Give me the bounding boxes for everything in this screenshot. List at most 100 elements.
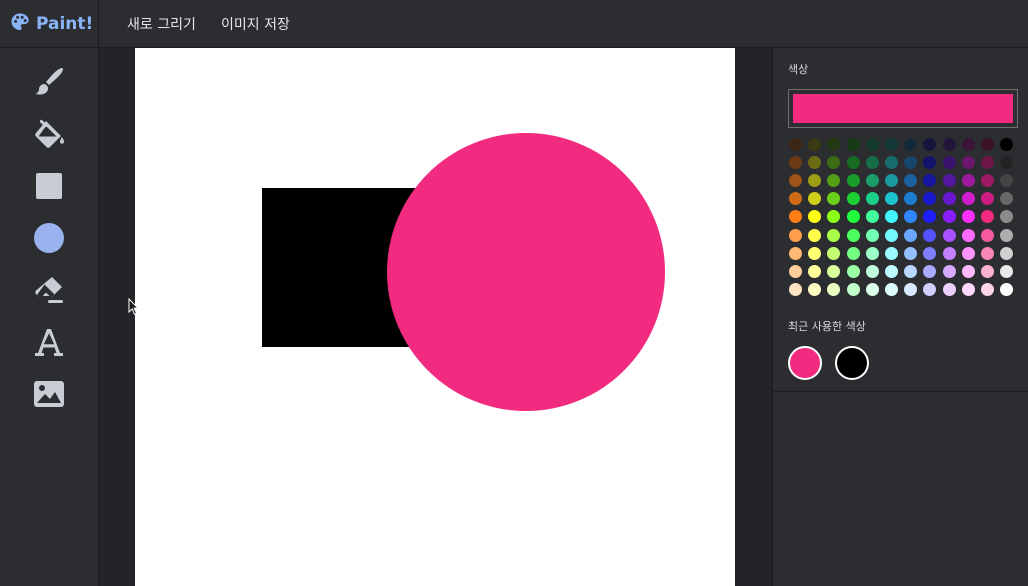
app-brand[interactable]: Paint! xyxy=(0,0,99,48)
new-drawing-menu[interactable]: 새로 그리기 xyxy=(127,14,196,34)
color-swatch[interactable] xyxy=(904,156,918,170)
color-swatch[interactable] xyxy=(827,174,841,188)
color-swatch[interactable] xyxy=(846,228,860,242)
color-swatch[interactable] xyxy=(789,228,802,242)
color-swatch[interactable] xyxy=(885,264,898,278)
color-swatch[interactable] xyxy=(1000,174,1014,188)
color-swatch[interactable] xyxy=(981,192,994,206)
color-swatch[interactable] xyxy=(885,138,898,151)
color-swatch[interactable] xyxy=(981,174,994,188)
color-swatch[interactable] xyxy=(789,174,802,188)
color-swatch[interactable] xyxy=(904,192,918,206)
color-swatch[interactable] xyxy=(789,282,802,296)
color-swatch[interactable] xyxy=(846,246,860,260)
color-swatch[interactable] xyxy=(789,264,802,278)
color-swatch[interactable] xyxy=(981,246,994,260)
color-swatch[interactable] xyxy=(885,192,898,206)
color-swatch[interactable] xyxy=(808,210,822,224)
color-swatch[interactable] xyxy=(865,246,879,260)
drawing-canvas[interactable] xyxy=(135,48,735,586)
color-swatch[interactable] xyxy=(846,138,860,151)
color-swatch[interactable] xyxy=(923,228,937,242)
color-swatch[interactable] xyxy=(904,246,918,260)
color-swatch[interactable] xyxy=(1000,282,1014,296)
color-swatch[interactable] xyxy=(981,282,994,296)
color-swatch[interactable] xyxy=(865,282,879,296)
color-swatch[interactable] xyxy=(808,156,822,170)
color-swatch[interactable] xyxy=(846,192,860,206)
color-swatch[interactable] xyxy=(981,228,994,242)
color-swatch[interactable] xyxy=(942,282,956,296)
color-swatch[interactable] xyxy=(961,156,975,170)
color-swatch[interactable] xyxy=(942,264,956,278)
color-swatch[interactable] xyxy=(923,264,937,278)
color-swatch[interactable] xyxy=(923,192,937,206)
color-swatch[interactable] xyxy=(846,174,860,188)
color-swatch[interactable] xyxy=(904,264,918,278)
color-swatch[interactable] xyxy=(789,192,802,206)
color-swatch[interactable] xyxy=(1000,192,1014,206)
color-swatch[interactable] xyxy=(942,138,956,151)
color-swatch[interactable] xyxy=(885,156,898,170)
color-swatch[interactable] xyxy=(961,174,975,188)
color-swatch[interactable] xyxy=(961,282,975,296)
color-swatch[interactable] xyxy=(942,228,956,242)
color-swatch[interactable] xyxy=(923,246,937,260)
color-swatch[interactable] xyxy=(827,156,841,170)
color-swatch[interactable] xyxy=(865,138,879,151)
color-swatch[interactable] xyxy=(1000,246,1014,260)
text-tool[interactable] xyxy=(30,323,68,361)
color-swatch[interactable] xyxy=(865,228,879,242)
color-swatch[interactable] xyxy=(1000,210,1014,224)
color-swatch[interactable] xyxy=(808,138,822,151)
color-swatch[interactable] xyxy=(923,174,937,188)
color-swatch[interactable] xyxy=(789,210,802,224)
color-swatch[interactable] xyxy=(1000,264,1014,278)
color-swatch[interactable] xyxy=(923,138,937,151)
circle-tool[interactable] xyxy=(30,219,68,257)
color-swatch[interactable] xyxy=(827,138,841,151)
color-swatch[interactable] xyxy=(1000,156,1014,170)
color-swatch[interactable] xyxy=(789,138,802,151)
fill-tool[interactable] xyxy=(30,115,68,153)
color-swatch[interactable] xyxy=(865,210,879,224)
rectangle-tool[interactable] xyxy=(30,167,68,205)
color-swatch[interactable] xyxy=(961,192,975,206)
color-swatch[interactable] xyxy=(808,246,822,260)
circle-shape[interactable] xyxy=(387,133,665,411)
image-tool[interactable] xyxy=(30,375,68,413)
color-swatch[interactable] xyxy=(827,228,841,242)
color-swatch[interactable] xyxy=(808,282,822,296)
color-swatch[interactable] xyxy=(808,192,822,206)
eraser-tool[interactable] xyxy=(30,271,68,309)
recent-color-swatch[interactable] xyxy=(835,346,869,380)
color-swatch[interactable] xyxy=(808,174,822,188)
color-swatch[interactable] xyxy=(981,264,994,278)
color-swatch[interactable] xyxy=(961,138,975,151)
save-image-menu[interactable]: 이미지 저장 xyxy=(221,14,290,34)
color-swatch[interactable] xyxy=(923,210,937,224)
color-swatch[interactable] xyxy=(846,210,860,224)
color-swatch[interactable] xyxy=(808,228,822,242)
color-swatch[interactable] xyxy=(827,264,841,278)
color-swatch[interactable] xyxy=(885,174,898,188)
color-swatch[interactable] xyxy=(942,192,956,206)
color-swatch[interactable] xyxy=(981,138,994,151)
color-swatch[interactable] xyxy=(865,264,879,278)
current-color-input[interactable] xyxy=(788,89,1018,128)
color-swatch[interactable] xyxy=(885,210,898,224)
color-swatch[interactable] xyxy=(904,282,918,296)
color-swatch[interactable] xyxy=(942,174,956,188)
color-swatch[interactable] xyxy=(942,210,956,224)
color-swatch[interactable] xyxy=(808,264,822,278)
color-swatch[interactable] xyxy=(827,210,841,224)
color-swatch[interactable] xyxy=(1000,228,1014,242)
color-swatch[interactable] xyxy=(789,156,802,170)
recent-color-swatch[interactable] xyxy=(788,346,822,380)
color-swatch[interactable] xyxy=(904,210,918,224)
color-swatch[interactable] xyxy=(961,264,975,278)
color-swatch[interactable] xyxy=(846,264,860,278)
color-swatch[interactable] xyxy=(981,156,994,170)
color-swatch[interactable] xyxy=(923,156,937,170)
color-swatch[interactable] xyxy=(827,192,841,206)
